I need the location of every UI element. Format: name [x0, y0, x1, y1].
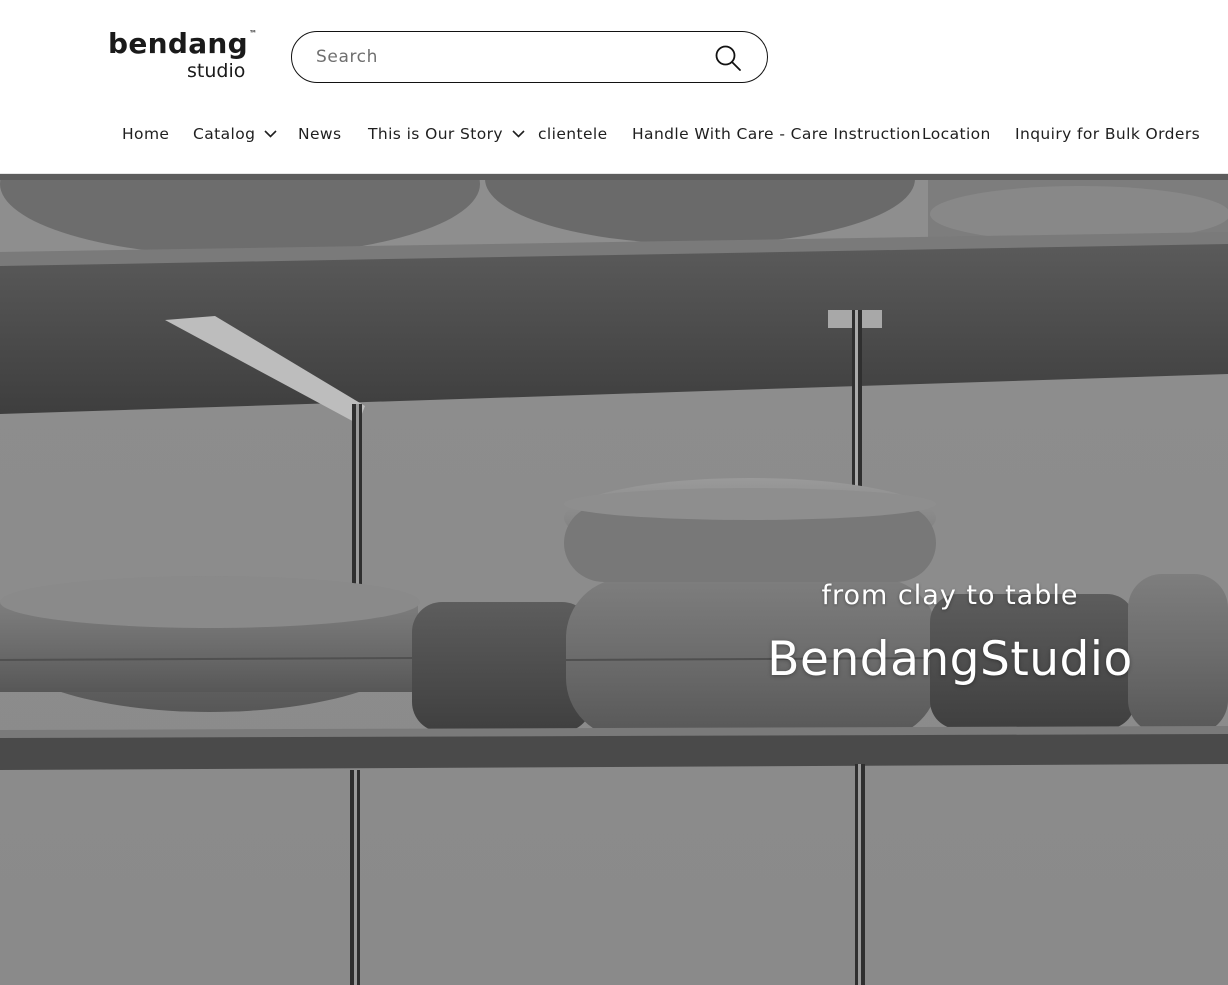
- search-icon: [715, 45, 741, 71]
- logo-trademark: ™: [249, 29, 257, 38]
- search-bar: [291, 31, 768, 83]
- nav-item-our-story[interactable]: This is Our Story: [368, 110, 525, 158]
- hero-banner: from clay to table BendangStudio: [0, 174, 1228, 985]
- main-navigation: Home Catalog News This is Our Story clie…: [0, 110, 1228, 158]
- nav-item-clientele[interactable]: clientele: [538, 110, 608, 158]
- nav-item-label: Handle With Care - Care Instruction: [632, 125, 921, 143]
- nav-item-label: Home: [122, 125, 170, 143]
- site-header: bendang ™ studio Home Catalog News This …: [0, 0, 1228, 174]
- nav-item-label: clientele: [538, 125, 608, 143]
- search-button[interactable]: [711, 41, 745, 75]
- brand-logo[interactable]: bendang ™ studio: [108, 28, 260, 86]
- nav-item-location[interactable]: Location: [922, 110, 991, 158]
- nav-item-handle-with-care[interactable]: Handle With Care - Care Instruction: [632, 110, 921, 158]
- nav-item-home[interactable]: Home: [122, 110, 169, 158]
- logo-subtitle: studio: [187, 60, 246, 82]
- chevron-down-icon: [512, 130, 525, 138]
- nav-item-label: This is Our Story: [368, 125, 503, 143]
- nav-item-label: News: [298, 125, 342, 143]
- hero-subtitle: from clay to table: [821, 580, 1079, 611]
- nav-item-label: Inquiry for Bulk Orders: [1015, 125, 1201, 143]
- logo-wordmark: bendang: [108, 27, 248, 60]
- search-input[interactable]: [316, 40, 696, 74]
- hero-title: BendangStudio: [767, 632, 1133, 687]
- nav-item-news[interactable]: News: [298, 110, 341, 158]
- chevron-down-icon: [264, 130, 277, 138]
- nav-item-catalog[interactable]: Catalog: [193, 110, 277, 158]
- nav-item-label: Location: [922, 125, 991, 143]
- nav-item-label: Catalog: [193, 125, 256, 143]
- nav-item-bulk-orders[interactable]: Inquiry for Bulk Orders: [1015, 110, 1200, 158]
